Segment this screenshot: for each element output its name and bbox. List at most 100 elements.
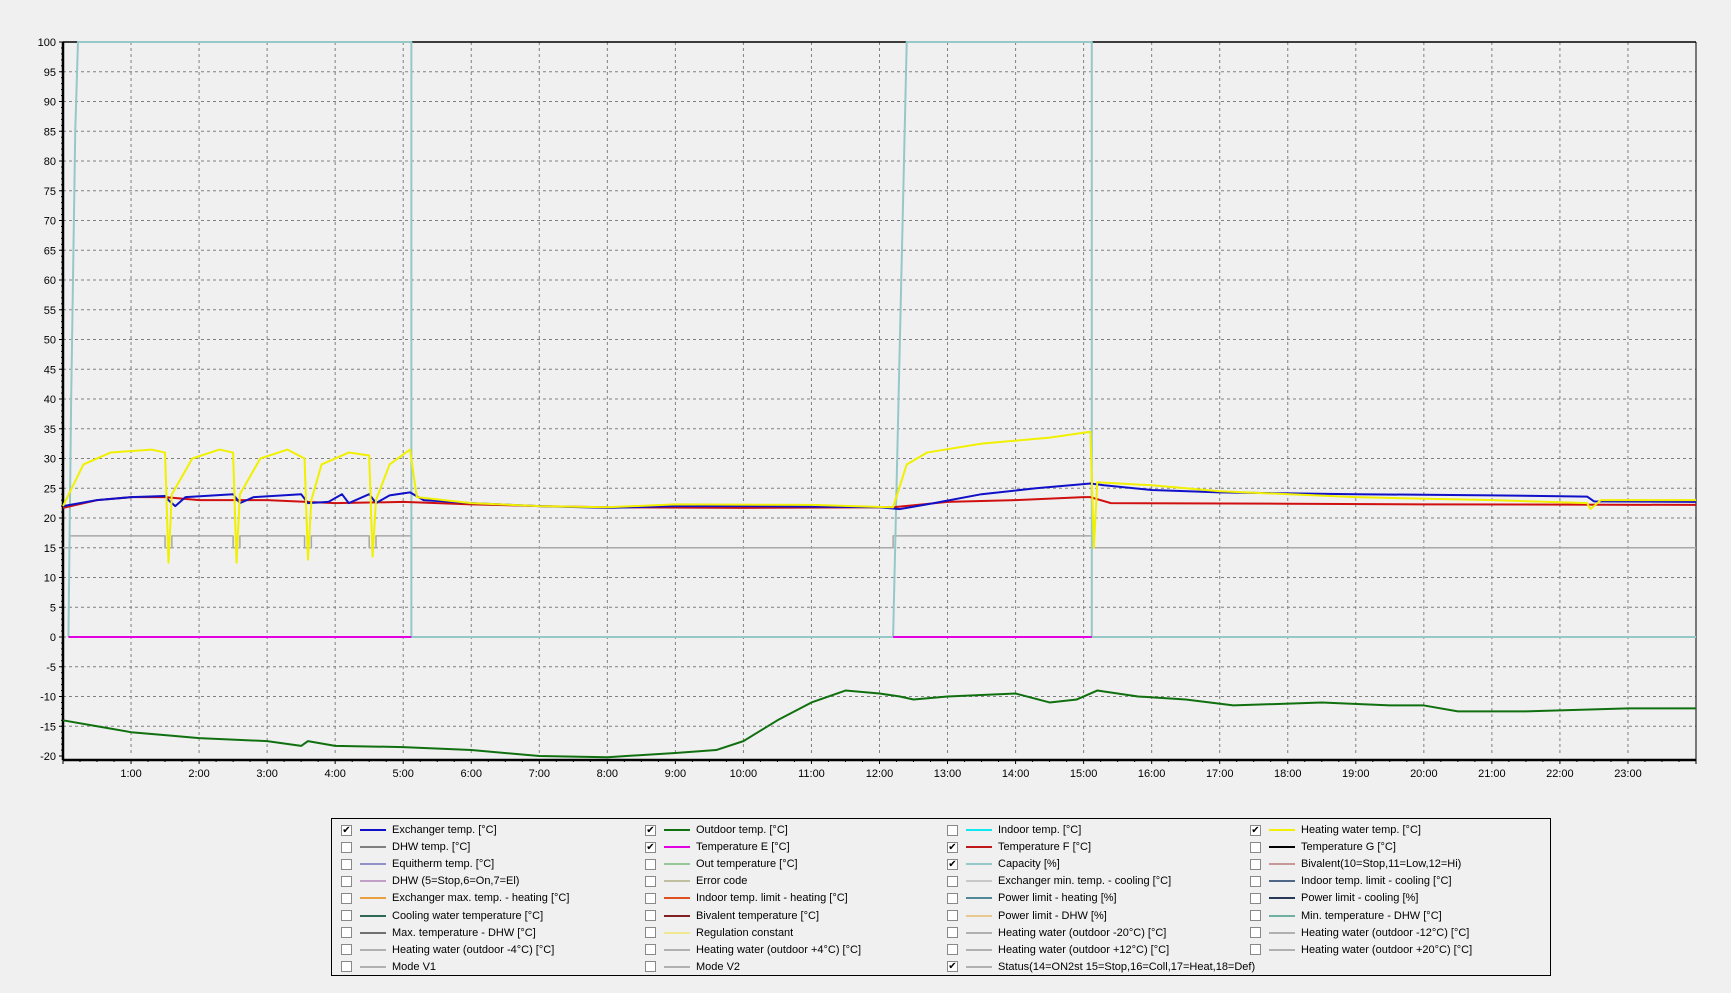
- legend-item[interactable]: Exchanger max. temp. - heating [°C]: [341, 890, 569, 906]
- legend-checkbox[interactable]: [1250, 858, 1261, 870]
- legend-label: Temperature F [°C]: [998, 841, 1092, 854]
- legend-label: Capacity [%]: [998, 858, 1060, 871]
- legend-item[interactable]: Heating water (outdoor -20°C) [°C]: [947, 925, 1166, 941]
- legend-checkbox[interactable]: [341, 927, 352, 939]
- legend-checkbox[interactable]: [341, 841, 352, 853]
- legend-item[interactable]: Heating water (outdoor +4°C) [°C]: [645, 942, 861, 958]
- legend-checkbox[interactable]: [947, 910, 958, 921]
- legend-checkbox-checked[interactable]: ✔: [947, 841, 958, 853]
- legend-item[interactable]: Heating water (outdoor +20°C) [°C]: [1250, 942, 1472, 958]
- legend-item[interactable]: ✔ Status(14=ON2st 15=Stop,16=Coll,17=Heat…: [947, 959, 1255, 975]
- y-tick-label: -20: [40, 751, 56, 763]
- legend-checkbox-checked[interactable]: ✔: [947, 961, 958, 973]
- legend-label: Mode V2: [696, 960, 741, 973]
- legend-item[interactable]: Cooling water temperature [°C]: [341, 908, 543, 924]
- legend-checkbox[interactable]: [341, 892, 352, 904]
- legend-item[interactable]: Heating water (outdoor +12°C) [°C]: [947, 942, 1169, 958]
- legend-item[interactable]: Bivalent(10=Stop,11=Low,12=Hi): [1250, 856, 1461, 872]
- legend-checkbox[interactable]: [645, 944, 656, 956]
- legend-item[interactable]: Power limit - cooling [%]: [1250, 890, 1418, 906]
- legend-item[interactable]: Equitherm temp. [°C]: [341, 856, 494, 872]
- legend-swatch: [1269, 863, 1295, 866]
- y-tick-label: 0: [50, 632, 56, 644]
- legend-checkbox[interactable]: [1250, 910, 1261, 921]
- legend-item[interactable]: Bivalent temperature [°C]: [645, 908, 819, 924]
- legend-checkbox[interactable]: [1250, 892, 1261, 904]
- legend-item[interactable]: ✔ Temperature E [°C]: [645, 839, 790, 855]
- y-tick-label: 40: [44, 394, 56, 406]
- x-tick-label: 4:00: [324, 768, 345, 780]
- legend-checkbox[interactable]: [947, 892, 958, 904]
- legend-item[interactable]: Indoor temp. [°C]: [947, 822, 1081, 838]
- legend-item[interactable]: Power limit - DHW [%]: [947, 908, 1107, 924]
- legend-swatch: [1269, 914, 1295, 917]
- legend-label: Out temperature [°C]: [696, 858, 798, 871]
- legend-label: Bivalent(10=Stop,11=Low,12=Hi): [1301, 858, 1462, 871]
- y-tick-label: 95: [44, 67, 56, 79]
- legend-label: Cooling water temperature [°C]: [392, 909, 544, 922]
- legend-swatch: [664, 863, 690, 866]
- legend-label: Heating water temp. [°C]: [1301, 824, 1421, 836]
- legend-swatch: [1269, 948, 1295, 951]
- legend-swatch: [1269, 931, 1295, 934]
- legend-checkbox[interactable]: [1250, 875, 1261, 887]
- legend-item[interactable]: Indoor temp. limit - heating [°C]: [645, 890, 848, 906]
- legend-checkbox[interactable]: [947, 944, 958, 956]
- legend-item[interactable]: ✔ Heating water temp. [°C]: [1250, 822, 1421, 838]
- legend-checkbox[interactable]: [645, 910, 656, 921]
- legend-label: Max. temperature - DHW [°C]: [392, 926, 536, 939]
- legend-checkbox[interactable]: [341, 944, 352, 956]
- legend-checkbox[interactable]: [341, 858, 352, 870]
- legend-item[interactable]: Power limit - heating [%]: [947, 890, 1117, 906]
- y-tick-label: 65: [44, 245, 56, 257]
- legend-checkbox[interactable]: [1250, 927, 1261, 939]
- legend-checkbox[interactable]: [1250, 841, 1261, 853]
- legend-checkbox[interactable]: [341, 961, 352, 973]
- legend-checkbox[interactable]: [341, 910, 352, 921]
- legend-item[interactable]: ✔ Exchanger temp. [°C]: [341, 822, 497, 838]
- legend-item[interactable]: DHW temp. [°C]: [341, 839, 470, 855]
- legend-label: Heating water (outdoor +20°C) [°C]: [1301, 943, 1473, 956]
- legend-checkbox[interactable]: [1250, 944, 1261, 956]
- legend-checkbox-checked[interactable]: ✔: [645, 841, 656, 853]
- legend-checkbox[interactable]: [341, 875, 352, 887]
- legend-checkbox-checked[interactable]: ✔: [947, 858, 958, 870]
- legend-label: Heating water (outdoor -20°C) [°C]: [998, 926, 1167, 939]
- legend-checkbox-checked[interactable]: ✔: [1250, 824, 1261, 836]
- legend-item[interactable]: Min. temperature - DHW [°C]: [1250, 908, 1442, 924]
- legend-checkbox-checked[interactable]: ✔: [341, 824, 352, 836]
- x-tick-label: 3:00: [256, 768, 277, 780]
- legend-checkbox[interactable]: [947, 875, 958, 887]
- legend-checkbox[interactable]: [947, 927, 958, 939]
- legend-item[interactable]: Exchanger min. temp. - cooling [°C]: [947, 873, 1171, 889]
- legend-swatch: [966, 863, 992, 866]
- legend-item[interactable]: Error code: [645, 873, 747, 889]
- legend-item[interactable]: Mode V2: [645, 959, 740, 975]
- legend-checkbox[interactable]: [645, 858, 656, 870]
- legend-label: Exchanger temp. [°C]: [392, 824, 497, 836]
- legend-swatch: [664, 897, 690, 900]
- legend-item[interactable]: Heating water (outdoor -4°C) [°C]: [341, 942, 554, 958]
- legend-swatch: [664, 829, 690, 831]
- legend-checkbox[interactable]: [645, 961, 656, 973]
- legend-item[interactable]: Heating water (outdoor -12°C) [°C]: [1250, 925, 1469, 941]
- y-tick-label: 10: [44, 573, 56, 585]
- legend-checkbox[interactable]: [645, 875, 656, 887]
- x-tick-label: 11:00: [798, 768, 825, 780]
- legend-checkbox[interactable]: [645, 892, 656, 904]
- legend-item[interactable]: DHW (5=Stop,6=On,7=El): [341, 873, 519, 889]
- y-tick-label: 60: [44, 275, 56, 287]
- legend-item[interactable]: ✔ Capacity [%]: [947, 856, 1060, 872]
- legend-item[interactable]: Max. temperature - DHW [°C]: [341, 925, 536, 941]
- legend-item[interactable]: ✔ Outdoor temp. [°C]: [645, 822, 788, 838]
- legend-item[interactable]: ✔ Temperature F [°C]: [947, 839, 1091, 855]
- legend-checkbox-checked[interactable]: ✔: [645, 824, 656, 836]
- legend-item[interactable]: Out temperature [°C]: [645, 856, 798, 872]
- legend-item[interactable]: Mode V1: [341, 959, 436, 975]
- legend-item[interactable]: Temperature G [°C]: [1250, 839, 1396, 855]
- y-tick-label: 5: [50, 602, 56, 614]
- legend-item[interactable]: Regulation constant: [645, 925, 793, 941]
- legend-checkbox[interactable]: [947, 824, 958, 836]
- legend-item[interactable]: Indoor temp. limit - cooling [°C]: [1250, 873, 1452, 889]
- legend-checkbox[interactable]: [645, 927, 656, 939]
